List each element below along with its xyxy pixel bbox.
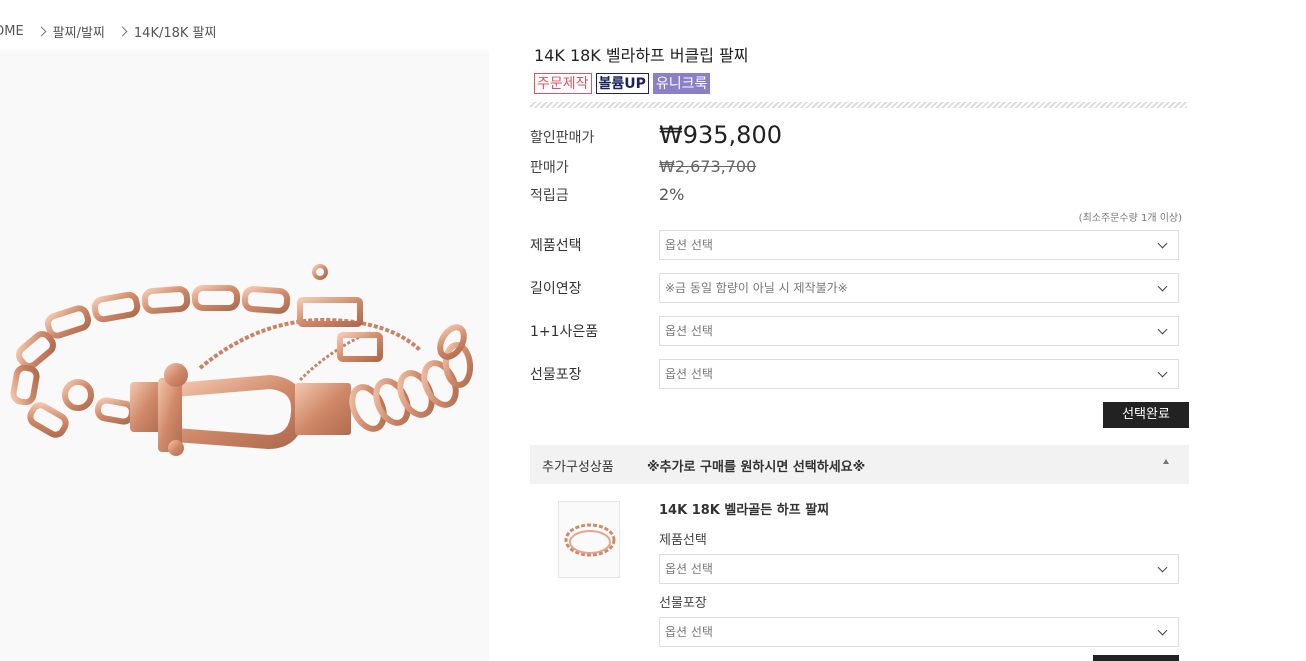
- points-value: 2%: [659, 185, 685, 204]
- option-label-length: 길이연장: [530, 281, 582, 297]
- addon-gift-wrap-select-value: 옵션 선택: [665, 625, 713, 639]
- addon-thumbnail[interactable]: [558, 501, 620, 578]
- product-image: [0, 50, 489, 661]
- addon-option-label-wrapping: 선물포장: [659, 596, 707, 611]
- length-extension-select-value: ※금 동일 함량이 아닐 시 제작불가※: [665, 281, 848, 295]
- chevron-down-icon: [1157, 281, 1168, 292]
- badge-unique-look: 유니크룩: [652, 73, 711, 94]
- addon-select-button[interactable]: [1093, 655, 1179, 661]
- addon-gift-wrap-select[interactable]: 옵션 선택: [659, 617, 1179, 647]
- min-order-note: (최소주문수량 1개 이상): [1078, 213, 1182, 224]
- addon-notice: ※추가로 구매를 원하시면 선택하세요※: [647, 460, 866, 475]
- length-extension-select[interactable]: ※금 동일 함량이 아닐 시 제작불가※: [659, 273, 1179, 303]
- sale-price-label: 할인판매가: [530, 130, 595, 146]
- breadcrumb-home[interactable]: OME: [0, 24, 24, 39]
- bracelet-image: [10, 264, 474, 456]
- product-title: 14K 18K 벨라하프 버클립 팔찌: [534, 46, 749, 65]
- divider: [530, 102, 1187, 108]
- badge-custom-order: 주문제작: [534, 73, 592, 94]
- chevron-down-icon: [1157, 562, 1168, 573]
- chevron-down-icon: [1157, 324, 1168, 335]
- addon-header[interactable]: 추가구성상품 ※추가로 구매를 원하시면 선택하세요※: [530, 445, 1189, 484]
- chevron-right-icon: [36, 26, 47, 37]
- addon-product-select[interactable]: 옵션 선택: [659, 554, 1179, 584]
- breadcrumb-category[interactable]: 팔찌/발찌: [53, 22, 105, 41]
- gift-select-value: 옵션 선택: [665, 324, 713, 338]
- gift-wrap-select[interactable]: 옵션 선택: [659, 359, 1179, 389]
- breadcrumb: OME 팔찌/발찌 14K/18K 팔찌: [0, 22, 216, 41]
- addon-product-name[interactable]: 14K 18K 벨라골든 하프 팔찌: [659, 499, 829, 518]
- points-label: 적립금: [530, 188, 569, 204]
- option-label-product: 제품선택: [530, 238, 582, 254]
- badge-volume-up: 볼륨UP: [595, 73, 649, 94]
- product-select-value: 옵션 선택: [665, 238, 713, 252]
- gift-wrap-select-value: 옵션 선택: [665, 367, 713, 381]
- bracelet-thumbnail-image: [564, 523, 616, 557]
- badge-group: 주문제작 볼륨UP 유니크룩: [534, 73, 711, 94]
- product-select[interactable]: 옵션 선택: [659, 230, 1179, 260]
- original-price-value: ₩2,673,700: [659, 157, 757, 176]
- select-done-button[interactable]: 선택완료: [1103, 402, 1189, 428]
- chevron-down-icon: [1157, 625, 1168, 636]
- collapse-arrow-icon[interactable]: [1163, 459, 1169, 464]
- addon-option-label-product: 제품선택: [659, 533, 707, 548]
- addon-heading: 추가구성상품: [542, 460, 614, 475]
- gift-select[interactable]: 옵션 선택: [659, 316, 1179, 346]
- chevron-down-icon: [1157, 367, 1168, 378]
- chevron-down-icon: [1157, 238, 1168, 249]
- chevron-right-icon: [117, 26, 128, 37]
- option-label-gift: 1+1사은품: [530, 324, 599, 340]
- breadcrumb-subcategory[interactable]: 14K/18K 팔찌: [134, 22, 217, 41]
- sale-price-value: ₩935,800: [659, 121, 782, 149]
- option-label-wrapping: 선물포장: [530, 367, 582, 383]
- addon-product-select-value: 옵션 선택: [665, 562, 713, 576]
- original-price-label: 판매가: [530, 160, 569, 176]
